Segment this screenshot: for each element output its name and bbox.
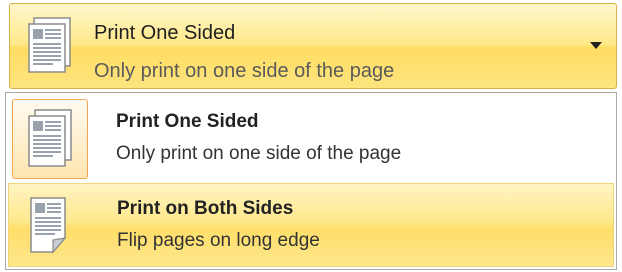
selected-icon-frame xyxy=(12,99,88,179)
one-sided-page-icon xyxy=(23,108,79,172)
option-description: Only print on one side of the page xyxy=(116,143,402,164)
selected-option-title: Print One Sided xyxy=(94,22,236,44)
two-sided-page-icon xyxy=(23,194,79,258)
one-sided-page-icon xyxy=(24,16,78,80)
option-description: Flip pages on long edge xyxy=(117,230,320,251)
menu-item-print-one-sided[interactable]: Print One Sided Only print on one side o… xyxy=(8,97,614,181)
dropdown-arrow-icon[interactable] xyxy=(590,42,602,49)
print-sides-menu: Print One Sided Only print on one side o… xyxy=(5,92,617,270)
print-sides-control: Print One Sided Only print on one side o… xyxy=(0,0,622,272)
menu-item-print-both-sides[interactable]: Print on Both Sides Flip pages on long e… xyxy=(8,183,614,267)
selected-option-subtitle: Only print on one side of the page xyxy=(94,60,395,82)
print-sides-dropdown[interactable]: Print One Sided Only print on one side o… xyxy=(9,3,617,89)
option-title: Print on Both Sides xyxy=(117,198,294,219)
option-title: Print One Sided xyxy=(116,111,259,132)
